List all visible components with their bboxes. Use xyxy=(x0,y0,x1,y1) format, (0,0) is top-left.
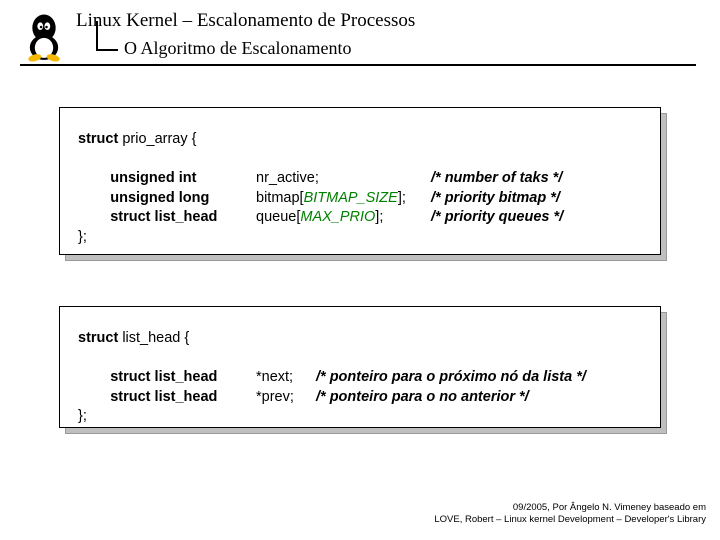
code-col-types: struct list_head struct list_head xyxy=(78,349,256,408)
code-line: struct prio_array { xyxy=(78,130,644,150)
code-col-comments: /* number of taks */ /* priority bitmap … xyxy=(431,150,563,228)
subtitle-row: O Algoritmo de Escalonamento xyxy=(76,38,351,59)
tree-connector-icon xyxy=(76,39,118,59)
code-line: }; xyxy=(78,228,644,248)
page-title: Linux Kernel – Escalonamento de Processo… xyxy=(76,10,415,32)
code-box-prio-array: struct prio_array { unsigned int unsigne… xyxy=(59,107,661,255)
footer-line: 09/2005, Por Ângelo N. Vimeney baseado e… xyxy=(434,502,706,514)
code-col-names: *next; *prev; xyxy=(256,349,316,408)
footer-credits: 09/2005, Por Ângelo N. Vimeney baseado e… xyxy=(434,502,706,526)
code-col-comments: /* ponteiro para o próximo nó da lista *… xyxy=(316,349,586,408)
header-divider xyxy=(20,64,696,66)
code-line: struct list_head { xyxy=(78,329,644,349)
tux-icon xyxy=(22,12,66,62)
code-col-types: unsigned int unsigned long struct list_h… xyxy=(78,150,256,228)
footer-line: LOVE, Robert – Linux kernel Development … xyxy=(434,514,706,526)
code-col-names: nr_active; bitmap[BITMAP_SIZE]; queue[MA… xyxy=(256,150,431,228)
page-subtitle: O Algoritmo de Escalonamento xyxy=(124,38,351,59)
code-box-list-head: struct list_head { struct list_head stru… xyxy=(59,306,661,428)
code-line: }; xyxy=(78,407,644,427)
